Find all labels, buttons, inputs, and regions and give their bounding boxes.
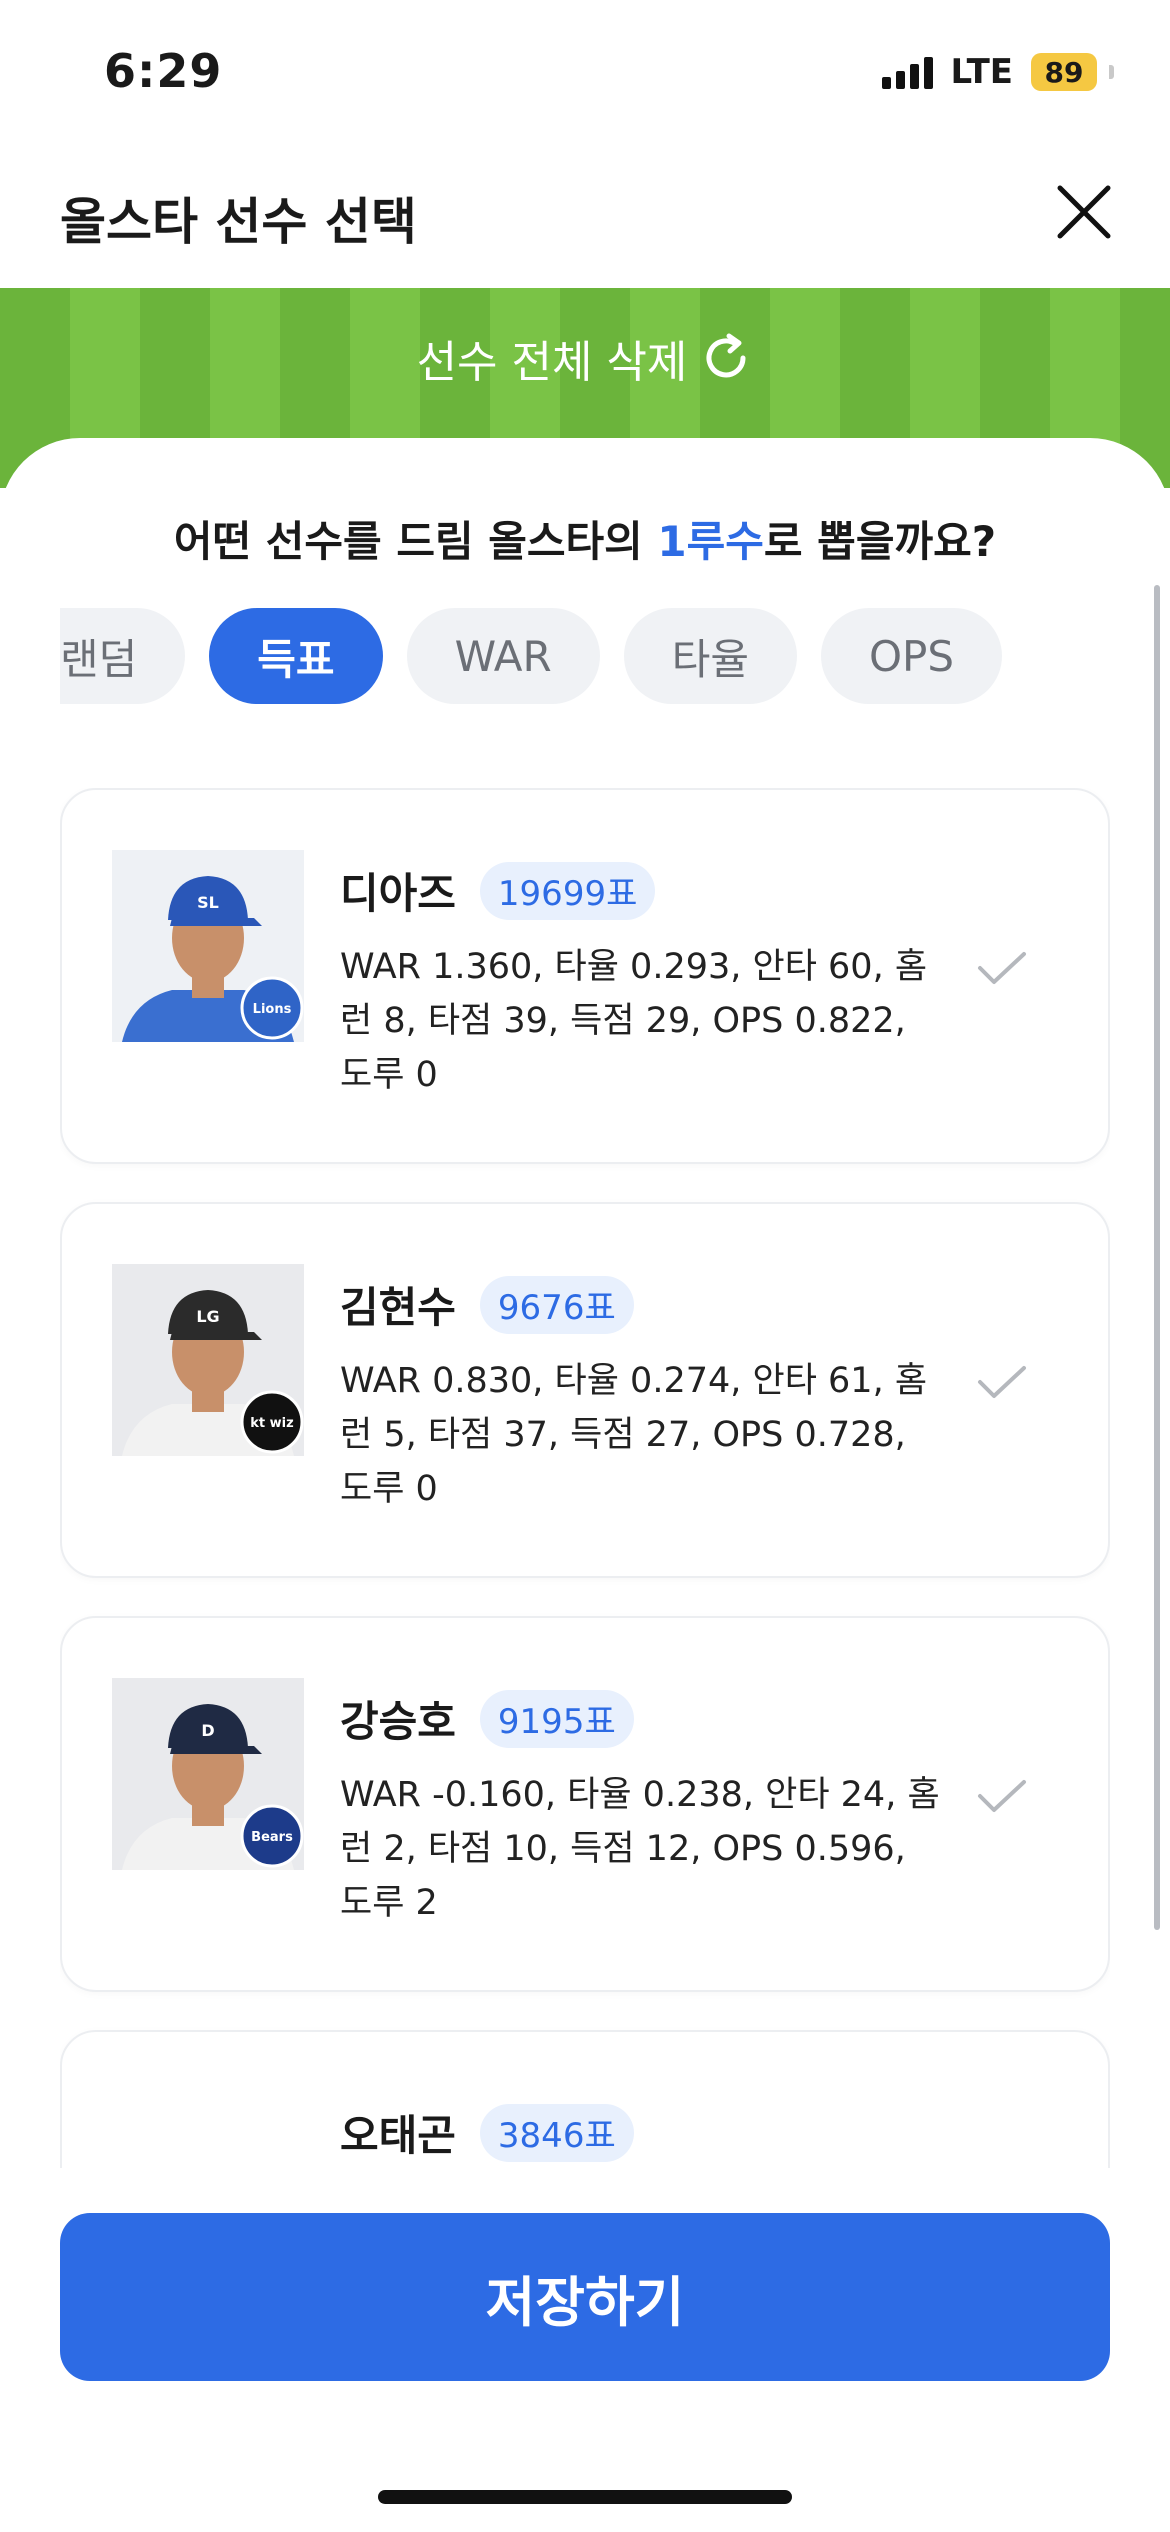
player-photo: D Bears [112,1678,304,1870]
tab-1[interactable]: 득표 [209,608,383,704]
check-icon[interactable] [976,1776,1028,1816]
player-photo: LG kt wiz [112,1264,304,1456]
svg-text:kt wiz: kt wiz [250,1416,293,1431]
tab-3[interactable]: 타율 [623,608,797,704]
close-button[interactable] [1052,180,1116,244]
battery-tip [1109,65,1114,79]
sort-tabs: 랜덤 득표 WAR 타율 OPS [60,608,1110,708]
scrollbar[interactable] [1154,585,1160,1930]
check-icon[interactable] [976,948,1028,988]
modal-header: 올스타 선수 선택 [0,150,1170,288]
svg-text:Bears: Bears [251,1830,293,1845]
player-name: 디아즈 [340,869,456,918]
player-card[interactable]: L 오태곤 3846표 [60,2030,1110,2168]
status-indicators: LTE 89 [881,52,1114,92]
reset-all-label: 선수 전체 삭제 [416,337,688,388]
player-name: 강승호 [340,1697,456,1746]
vote-count-badge: 19699표 [479,861,656,920]
battery-icon: 89 [1031,53,1097,91]
question-position: 1루수 [657,517,764,566]
svg-text:SL: SL [197,893,219,912]
save-button[interactable]: 저장하기 [60,2213,1110,2381]
sort-tabs-track: 랜덤 득표 WAR 타율 OPS [60,608,1003,704]
svg-text:D: D [201,1721,214,1740]
player-name-row: 오태곤 3846표 [340,2102,634,2163]
question-prefix: 어떤 선수를 드림 올스타의 [173,517,658,566]
check-icon[interactable] [976,1362,1028,1402]
status-bar: 6:29 LTE 89 [0,0,1170,150]
player-photo: SL Lions [112,850,304,1042]
player-name-row: 김현수 9676표 [340,1274,634,1335]
player-name-row: 디아즈 19699표 [340,860,656,921]
network-type: LTE [950,52,1013,92]
player-stats: WAR 1.360, 타율 0.293, 안타 60, 홈런 8, 타점 39,… [340,947,928,1095]
svg-text:LG: LG [196,1307,219,1326]
refresh-icon [706,333,746,378]
player-name: 오태곤 [340,2111,456,2160]
page-title: 올스타 선수 선택 [60,193,417,251]
player-stats: WAR -0.160, 타율 0.238, 안타 24, 홈런 2, 타점 10… [340,1775,940,1923]
question-text: 어떤 선수를 드림 올스타의 1루수로 뽑을까요? [0,508,1170,569]
vote-count-badge: 3846표 [479,2103,634,2162]
player-card[interactable]: D Bears 강승호 9195표 WAR -0.160, 타율 0.238, 안타 2… [60,1616,1110,1992]
close-icon [1057,185,1111,239]
reset-all-button[interactable]: 선수 전체 삭제 [0,288,1170,428]
player-name: 김현수 [340,1283,456,1332]
tab-4[interactable]: OPS [821,608,1003,704]
question-suffix: 로 뽑을까요? [763,517,997,566]
status-time: 6:29 [104,44,223,98]
tab-2[interactable]: WAR [406,608,600,704]
player-stats: WAR 0.830, 타율 0.274, 안타 61, 홈런 5, 타점 37,… [340,1361,928,1509]
signal-icon [881,55,933,89]
player-card[interactable]: SL Lions 디아즈 19699표 WAR 1.360, 타율 0.293, 안타 … [60,788,1110,1164]
player-name-row: 강승호 9195표 [340,1688,634,1749]
vote-count-badge: 9195표 [479,1689,634,1748]
svg-text:Lions: Lions [253,1002,292,1017]
player-card[interactable]: LG kt wiz 김현수 9676표 WAR 0.830, 타율 0.274, 안타 … [60,1202,1110,1578]
battery-level: 89 [1044,55,1084,89]
home-indicator [378,2490,792,2504]
vote-count-badge: 9676표 [479,1275,634,1334]
player-list: SL Lions 디아즈 19699표 WAR 1.360, 타율 0.293, 안타 … [60,788,1110,2168]
tab-0[interactable]: 랜덤 [60,608,186,704]
player-photo: L [112,2092,304,2168]
